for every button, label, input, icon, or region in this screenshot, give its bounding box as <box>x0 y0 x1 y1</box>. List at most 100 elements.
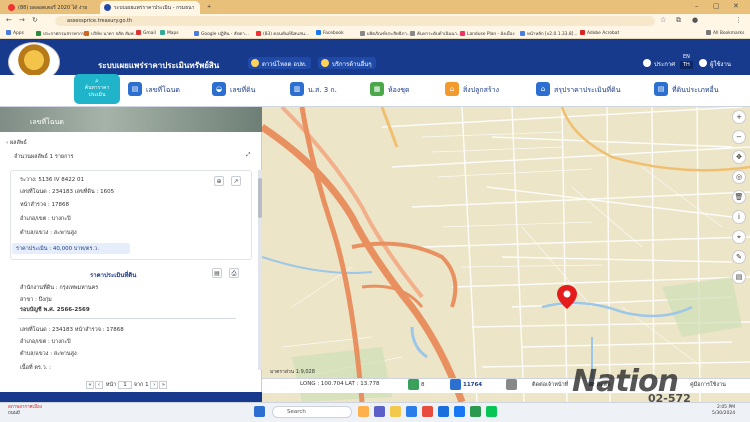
nav-land-summary[interactable]: ⌂ สรุปราคาประเมินที่ดิน <box>536 82 620 98</box>
back-to-search[interactable]: ‹ ผลลัพธ์ <box>6 139 27 147</box>
close-icon[interactable]: ✕ <box>733 2 739 10</box>
info-icon[interactable]: i <box>732 210 746 224</box>
help-link[interactable]: คู่มือการใช้งาน <box>690 381 726 389</box>
windows-start-icon[interactable] <box>254 406 265 417</box>
bookmark-icon <box>706 30 711 35</box>
maximize-icon[interactable]: ▢ <box>713 2 720 10</box>
lang-th[interactable]: TH <box>680 61 693 69</box>
branch: สาขา : บึงกุ่ม <box>20 297 52 303</box>
pagination: «‹ หน้า 1 จาก 1 ›» <box>86 381 168 389</box>
minimize-icon[interactable]: – <box>695 2 699 10</box>
ruler-icon[interactable]: ✎ <box>732 250 746 264</box>
bookmark-item[interactable]: Gmail <box>136 30 156 36</box>
share-icon[interactable]: ↗ <box>231 176 241 186</box>
search-icon: ⌕ <box>95 77 99 85</box>
facebook-icon[interactable] <box>454 406 465 417</box>
edge-icon[interactable] <box>406 406 417 417</box>
announce-button[interactable]: ประกาศ <box>640 57 679 69</box>
bookmark-item[interactable]: Landuse Plan - ผังเมือง <box>460 30 514 37</box>
reload-icon[interactable]: ↻ <box>32 16 38 24</box>
new-tab-button[interactable]: + <box>203 1 217 14</box>
visit-count: 11764 <box>450 379 482 390</box>
bookmark-item[interactable]: หน้าหลัก [v2.0.1.33.8]... <box>520 30 578 37</box>
appraised-price: ราคาประเมิน : 40,000 บาท/ตร.ว. <box>12 243 130 254</box>
menu-icon[interactable]: ⋮ <box>735 16 742 24</box>
nav-condo[interactable]: ▦ ห้องชุด <box>370 82 410 98</box>
map-layer <box>262 107 750 402</box>
trash-icon[interactable]: 🗑 <box>732 190 746 204</box>
back-icon[interactable]: ← <box>6 16 12 24</box>
prev-page-button[interactable]: ‹ <box>95 381 103 389</box>
youtube-icon <box>8 4 15 11</box>
browser-tab[interactable]: (88) ผลลอตเตอรี่ 2020 ได้ ง่าย <box>4 1 99 14</box>
store-icon[interactable] <box>438 406 449 417</box>
bookmark-item[interactable]: Facebook <box>316 30 344 36</box>
last-page-button[interactable]: » <box>159 381 168 389</box>
teams-icon[interactable] <box>374 406 385 417</box>
bookmark-item[interactable]: Maps <box>160 30 179 36</box>
fiscal-period: รอบบัญชี พ.ศ. 2566-2569 <box>20 307 90 313</box>
forward-icon[interactable]: → <box>19 16 25 24</box>
panel-footer <box>0 392 262 402</box>
profile-icon[interactable]: ● <box>692 16 698 24</box>
bookmark-item[interactable]: บริษัท นาคา จสัด สัมพ... <box>84 30 138 37</box>
location-pin-icon[interactable] <box>556 284 578 310</box>
nav-ns3k[interactable]: ▥ น.ส. 3 ก. <box>290 82 337 98</box>
manual-link[interactable] <box>506 379 519 390</box>
locate-icon[interactable]: ⊕ <box>214 176 224 186</box>
pan-icon[interactable]: ✥ <box>732 150 746 164</box>
page-input[interactable]: 1 <box>117 381 132 389</box>
zoom-in-icon[interactable]: + <box>732 110 746 124</box>
url-field[interactable]: assessprice.treasury.go.th <box>55 16 655 26</box>
search-price-button[interactable]: ⌕ ค้นหาราคา ประเมิน <box>74 74 120 104</box>
next-page-button[interactable]: › <box>150 381 159 389</box>
book-icon <box>506 379 517 390</box>
locate-me-icon[interactable]: ◎ <box>732 170 746 184</box>
contact-staff-link[interactable]: ติดต่อเจ้าหน้าที่ <box>532 381 568 389</box>
map-sheet: ระวาง: 5136 IV 8422 01 <box>20 177 84 183</box>
bookmark-item[interactable]: (83) ดอนทันท์นิสแสน... <box>256 30 309 37</box>
widgets-icon[interactable] <box>358 406 369 417</box>
taskbar-search[interactable]: Search <box>272 406 352 418</box>
bookmark-item[interactable]: ผลิตภัณฑ์ประสิทธิภา... <box>360 30 411 37</box>
land-office: สำนักงานที่ดิน : กรุงเทพมหานคร <box>20 285 99 291</box>
bookmark-item[interactable]: Adobe Acrobat <box>580 30 619 36</box>
layers-icon[interactable]: ▤ <box>732 270 746 284</box>
site-title: ระบบเผยแพร่ราคาประเมินทรัพย์สิน <box>98 61 220 70</box>
line-icon[interactable] <box>486 406 497 417</box>
report-icon[interactable]: ▤ <box>212 268 222 278</box>
language-switch[interactable]: EN TH <box>680 53 693 69</box>
map-toolbar: + − ✥ ◎ 🗑 i ⌖ ✎ ▤ <box>729 107 750 284</box>
bookmark-item[interactable]: All Bookmarks <box>706 30 744 36</box>
first-page-button[interactable]: « <box>86 381 94 389</box>
section-title: ราคาประเมินที่ดิน <box>90 272 137 279</box>
bookmark-item[interactable]: Apps <box>6 30 24 36</box>
excel-icon[interactable] <box>470 406 481 417</box>
bookmark-item[interactable]: Google ปฏิทิน - สัปดา... <box>194 30 249 37</box>
nav-structure[interactable]: ⌂ สิ่งปลูกสร้าง <box>445 82 499 98</box>
nav-deed-number[interactable]: ▤ เลขที่โฉนด <box>128 82 180 98</box>
zoom-out-icon[interactable]: − <box>732 130 746 144</box>
bookmark-item[interactable]: ประกาศกรมสรรพากร <box>36 30 84 37</box>
expand-icon[interactable]: ⤢ <box>246 152 250 159</box>
bookmark-icon <box>460 31 465 36</box>
weather-widget[interactable]: สภาพอากาศเมือง ถนนมี <box>8 405 42 417</box>
area-label: เนื้อที่ ตร.ว. : <box>20 365 52 371</box>
bookmark-item[interactable]: ค้นหาระดับดำเนินนา... <box>410 30 461 37</box>
download-button[interactable]: ดาวน์โหลด อปท. <box>248 57 311 69</box>
pin-icon[interactable]: ⌖ <box>732 230 746 244</box>
system-clock[interactable]: 2:05 PM 5/30/2024 <box>712 405 735 417</box>
bookmark-star-icon[interactable]: ☆ <box>660 16 666 24</box>
extensions-icon[interactable]: ⧉ <box>676 16 681 25</box>
bookmark-icon <box>84 31 89 36</box>
lang-en[interactable]: EN <box>680 53 693 61</box>
other-services-button[interactable]: บริการด้านอื่นๆ <box>318 57 376 69</box>
nav-other-land[interactable]: ▤ ที่ดินประเภทอื่น <box>654 82 719 98</box>
file-explorer-icon[interactable] <box>390 406 401 417</box>
print-icon[interactable]: ⎙ <box>229 268 239 278</box>
browser-tab-active[interactable]: ระบบเผยแพร่ราคาประเมิน - กรมธนา <box>100 1 200 14</box>
user-menu[interactable]: ผู้ใช้งาน <box>696 57 735 69</box>
map-canvas[interactable] <box>262 107 750 402</box>
nav-land-number[interactable]: ◒ เลขที่ดิน <box>212 82 255 98</box>
chrome-icon[interactable] <box>422 406 433 417</box>
